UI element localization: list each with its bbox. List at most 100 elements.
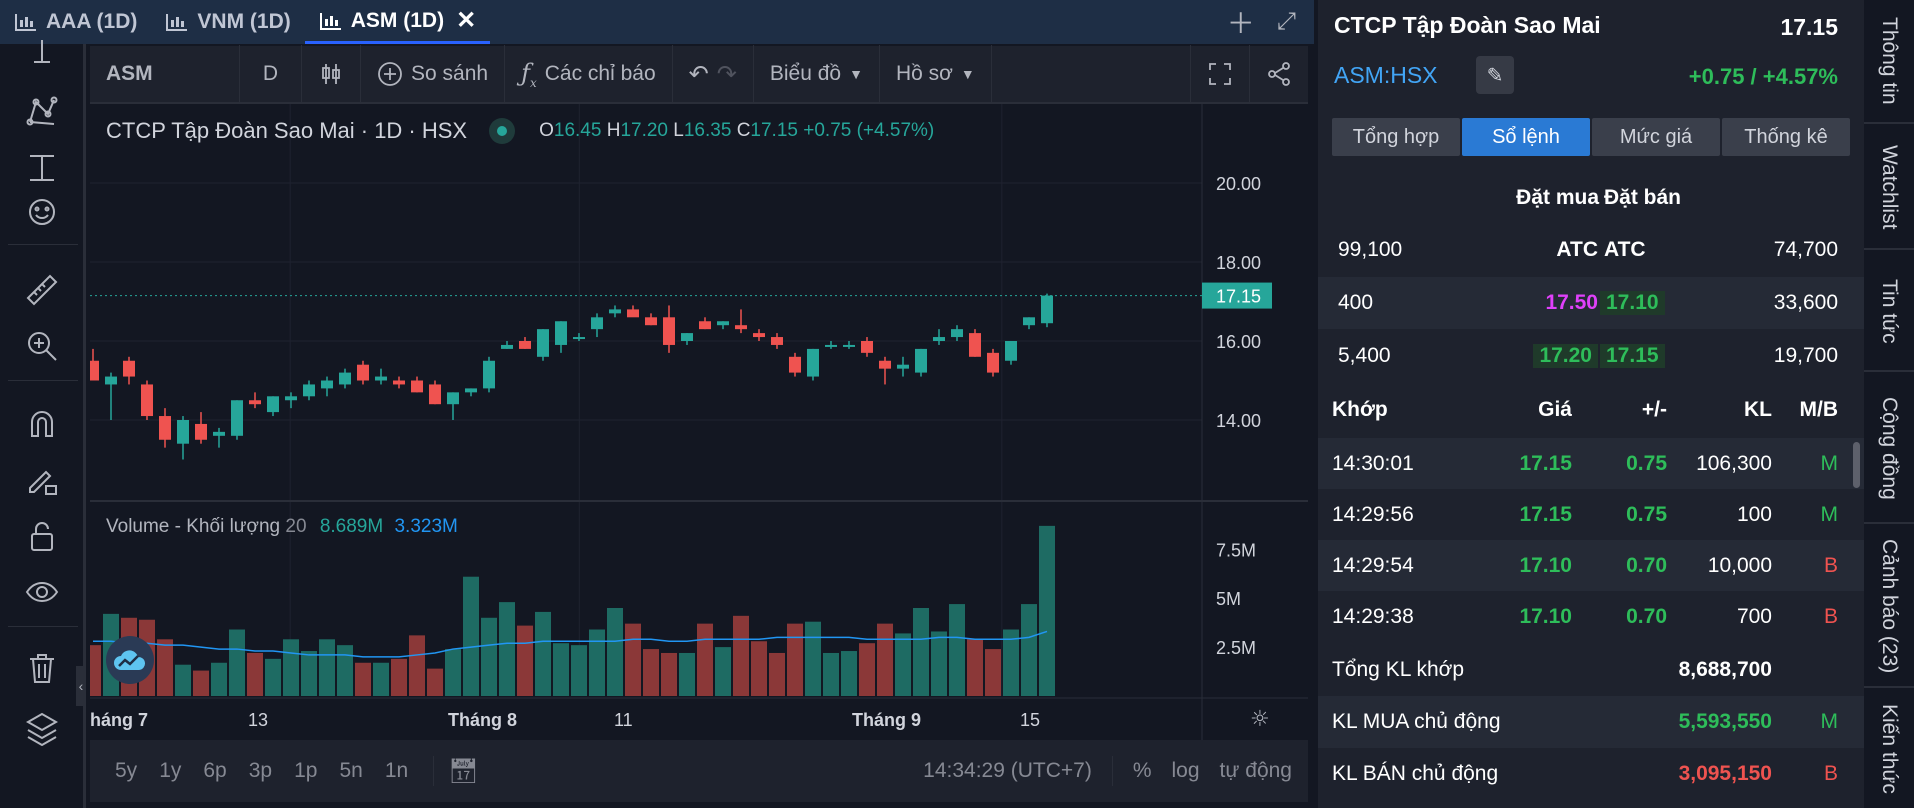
tab-thong-ke[interactable]: Thống kê (1722, 118, 1850, 156)
side-tab-alerts[interactable]: Cảnh báo (23) (1864, 526, 1914, 688)
chart-type-dropdown[interactable]: Biểu đồ ▼ (754, 45, 880, 103)
pattern-tool-icon[interactable] (24, 94, 64, 130)
status-dot-icon (489, 118, 516, 144)
profile-dropdown[interactable]: Hồ sơ ▼ (880, 45, 992, 103)
percent-toggle[interactable]: % (1133, 759, 1152, 783)
redo-icon[interactable]: ↷ (717, 60, 737, 89)
side-tab-knowledge[interactable]: Kiến thức (1864, 690, 1914, 808)
interval-button[interactable]: D (240, 45, 302, 103)
share-button[interactable] (1250, 45, 1308, 103)
chart-area[interactable]: 17.15 20.00 18.00 16.00 14.00 7.5M 5M 2.5M háng … (90, 104, 1308, 740)
candle-body (213, 431, 225, 436)
side-tab-info[interactable]: Thông tin (1864, 0, 1914, 124)
emoji-icon[interactable] (24, 194, 64, 230)
side-tab-label: Cộng đồng (1878, 396, 1901, 500)
tab-vnm[interactable]: VNM (1D) (151, 0, 304, 44)
crosshair-tool-icon[interactable] (24, 38, 64, 74)
candle-body (789, 356, 801, 373)
volume-bar (463, 576, 479, 696)
candle-body (987, 352, 999, 373)
calendar-range-icon[interactable]: 📅︎ (448, 757, 478, 786)
candle-body (717, 321, 729, 326)
candle-body (393, 380, 405, 385)
open-label: O (539, 120, 554, 141)
match-price: 17.15 (1519, 452, 1572, 475)
volume-tick-label: 5M (1216, 589, 1241, 609)
range-6p[interactable]: 6p (192, 759, 237, 783)
tab-tong-hop[interactable]: Tổng hợp (1332, 118, 1460, 156)
layers-icon[interactable] (24, 710, 64, 747)
price-tick-label: 16.00 (1216, 332, 1261, 352)
match-time: 14:29:38 (1332, 605, 1414, 628)
candle-body (321, 380, 333, 389)
range-5y[interactable]: 5y (104, 759, 148, 783)
candle-body (195, 423, 207, 440)
summary-label: KL MUA chủ động (1332, 710, 1501, 733)
candle-body (339, 372, 351, 385)
price-chart[interactable]: 17.15 20.00 18.00 16.00 14.00 7.5M 5M 2.5M háng … (90, 104, 1308, 740)
tab-so-lenh[interactable]: Sổ lệnh (1462, 118, 1590, 156)
auto-toggle[interactable]: tự động (1220, 759, 1292, 783)
range-1p[interactable]: 1p (283, 759, 328, 783)
match-time: 14:29:56 (1332, 503, 1414, 526)
compare-button[interactable]: So sánh (361, 45, 506, 103)
undo-icon[interactable]: ↶ (689, 60, 709, 89)
eye-icon[interactable] (24, 574, 64, 610)
collapse-toolbar-icon[interactable]: ‹ (76, 666, 86, 706)
candle-body (825, 344, 837, 347)
volume-bar (90, 645, 101, 696)
tab-asm[interactable]: ASM (1D) ✕ (304, 0, 491, 44)
volume-bar (697, 623, 713, 696)
tab-muc-gia[interactable]: Mức giá (1592, 118, 1720, 156)
match-price: 17.10 (1519, 605, 1572, 628)
volume-bar (895, 633, 911, 696)
symbol-exchange[interactable]: ASM:HSX (1334, 62, 1438, 89)
close-tab-icon[interactable]: ✕ (456, 6, 476, 35)
volume-bar (211, 662, 227, 696)
range-1y[interactable]: 1y (148, 759, 192, 783)
high-value: 17.20 (620, 120, 668, 141)
zoom-in-icon[interactable] (24, 328, 64, 364)
match-time: 14:30:01 (1332, 452, 1414, 475)
ask-volume: 19,700 (1773, 344, 1838, 367)
candle-body (969, 333, 981, 357)
candle-body (357, 364, 369, 381)
ruler-icon[interactable] (24, 272, 64, 308)
cloud-chat-button[interactable] (106, 636, 154, 684)
log-toggle[interactable]: log (1172, 759, 1200, 783)
measure-tool-icon[interactable] (24, 150, 64, 186)
range-1n[interactable]: 1n (374, 759, 419, 783)
add-tab-icon[interactable]: ＋ (1227, 2, 1255, 42)
volume-bar (517, 625, 533, 696)
expand-icon[interactable]: ⤢ (1277, 8, 1296, 36)
settings-gear-icon[interactable]: ☼ (1250, 707, 1270, 732)
match-row: 14:29:38 17.10 0.70 700 B (1318, 591, 1864, 642)
candle-type-button[interactable] (302, 45, 361, 103)
volume-period: 20 (285, 516, 307, 537)
edit-symbol-button[interactable]: ✎ (1476, 56, 1514, 94)
volume-tick-label: 7.5M (1216, 540, 1256, 560)
clock-time[interactable]: 14:34:29 (UTC+7) (923, 759, 1092, 783)
range-3p[interactable]: 3p (238, 759, 283, 783)
volume-bar (229, 629, 245, 696)
scrollbar-thumb[interactable] (1853, 442, 1860, 488)
candle-body (177, 420, 189, 444)
side-tab-news[interactable]: Tin tức (1864, 252, 1914, 372)
fullscreen-button[interactable] (1190, 45, 1250, 103)
col-side: M/B (1799, 398, 1839, 421)
side-tab-community[interactable]: Cộng đồng (1864, 374, 1914, 524)
side-tab-watchlist[interactable]: Watchlist (1864, 126, 1914, 250)
lock-pencil-icon[interactable] (24, 462, 64, 498)
unlock-icon[interactable] (24, 518, 64, 554)
magnet-icon[interactable] (24, 406, 64, 442)
indicators-button[interactable]: ƒx Các chỉ báo (505, 45, 673, 103)
volume-bar (283, 639, 299, 696)
time-tick-label: 13 (248, 710, 268, 730)
trash-icon[interactable] (24, 650, 64, 686)
match-change: 0.75 (1626, 452, 1667, 475)
tab-aaa[interactable]: AAA (1D) (0, 0, 151, 44)
match-change: 0.70 (1626, 605, 1667, 628)
symbol-search-button[interactable]: ASM (90, 45, 240, 103)
range-5n[interactable]: 5n (328, 759, 373, 783)
side-tab-label: Thông tin (1878, 17, 1901, 105)
